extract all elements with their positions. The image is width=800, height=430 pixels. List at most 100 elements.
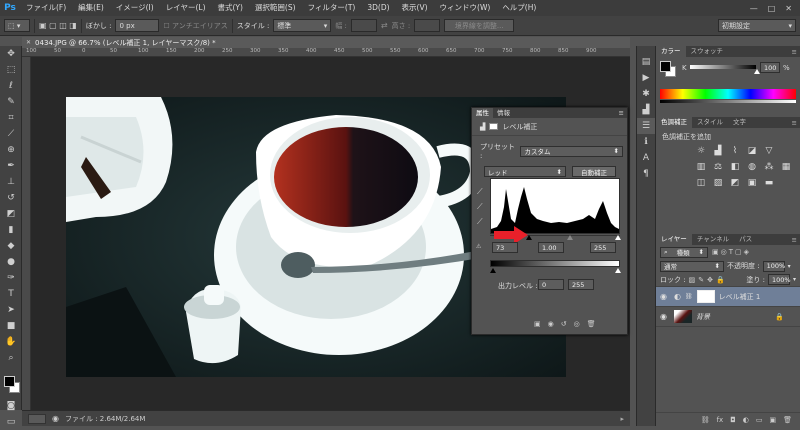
new-group-icon[interactable]: ▭ [756, 416, 763, 424]
delete-layer-icon[interactable]: 🗑 [783, 416, 792, 424]
output-black-field[interactable]: 0 [538, 279, 564, 290]
layer-filter-icons[interactable]: ▣◎T▢◈ [712, 248, 751, 256]
output-white-field[interactable]: 255 [568, 279, 594, 290]
layer-row[interactable]: ◉ 背景 🔒 [656, 307, 800, 327]
maximize-icon[interactable]: □ [768, 4, 776, 13]
pen-tool-icon[interactable]: ✑ [0, 270, 22, 286]
eyedropper-tool-icon[interactable]: ⟋ [0, 126, 22, 142]
brightness-icon[interactable]: ☼ [696, 146, 706, 156]
crop-tool-icon[interactable]: ⌗ [0, 110, 22, 126]
ruler-left[interactable] [22, 57, 31, 410]
history-panel-icon[interactable]: ▤ [637, 54, 655, 70]
input-black-field[interactable]: 73 [492, 242, 518, 253]
fill-field[interactable]: 100% [767, 274, 791, 285]
delete-icon[interactable]: 🗑 [587, 320, 596, 328]
blur-tool-icon[interactable]: ◆ [0, 238, 22, 254]
info-panel-icon[interactable]: ℹ [637, 134, 655, 150]
close-icon[interactable]: ✕ [785, 4, 792, 13]
lasso-tool-icon[interactable]: ℓ [0, 78, 22, 94]
posterize-icon[interactable]: ▨ [713, 178, 723, 188]
grayscale-ramp[interactable] [660, 100, 796, 103]
gradient-map-icon[interactable]: ▬ [764, 178, 774, 188]
levels-icon[interactable]: ▟ [713, 146, 723, 156]
tab-channels[interactable]: チャンネル [692, 234, 734, 245]
new-adjustment-icon[interactable]: ◐ [743, 416, 749, 424]
width-input[interactable] [350, 19, 377, 32]
selection-mode-icons[interactable]: ▣ ▢ ◫ ◨ [39, 21, 77, 30]
fill-dropdown-icon[interactable]: ▾ [793, 276, 796, 283]
menu-3d[interactable]: 3D(D) [361, 0, 395, 16]
ruler-top[interactable]: 100 50 0 50 100 150 200 250 300 350 400 … [22, 48, 630, 57]
status-menu-icon[interactable]: ◉ [52, 414, 59, 423]
quick-select-tool-icon[interactable]: ✎ [0, 94, 22, 110]
tab-swatches[interactable]: スウォッチ [686, 46, 729, 57]
vibrance-icon[interactable]: ▽ [764, 146, 774, 156]
view-previous-icon[interactable]: ◉ [548, 320, 554, 328]
channel-mixer-icon[interactable]: ⁂ [764, 162, 774, 172]
color-panel-menu-icon[interactable]: ≡ [792, 48, 800, 56]
color-lookup-icon[interactable]: ▦ [781, 162, 791, 172]
layer-filter-select[interactable]: ⌕ 種類 ⬍ [660, 246, 708, 258]
menu-view[interactable]: 表示(V) [396, 0, 434, 16]
tab-paths[interactable]: パス [734, 234, 757, 245]
brush-tool-icon[interactable]: ✒ [0, 158, 22, 174]
minimize-icon[interactable]: — [750, 4, 758, 13]
move-tool-icon[interactable]: ✥ [0, 46, 22, 62]
adjust-panel-menu-icon[interactable]: ≡ [792, 119, 800, 127]
menu-select[interactable]: 選択範囲(S) [249, 0, 302, 16]
lock-icons[interactable]: ▨✎✥🔒 [689, 276, 728, 284]
new-layer-icon[interactable]: ▣ [769, 416, 776, 424]
menu-window[interactable]: ウィンドウ(W) [434, 0, 497, 16]
blend-mode-select[interactable]: 通常 ⬍ [660, 260, 724, 272]
zoom-tool-icon[interactable]: ⌕ [0, 350, 22, 366]
gamma-slider[interactable] [567, 235, 573, 240]
threshold-icon[interactable]: ◩ [730, 178, 740, 188]
clip-to-layer-icon[interactable]: ▣ [534, 320, 541, 328]
dodge-tool-icon[interactable]: ● [0, 254, 22, 270]
color-spectrum[interactable] [660, 89, 796, 99]
opacity-field[interactable]: 100% [762, 260, 785, 272]
feather-input[interactable]: 0 px [115, 19, 160, 32]
k-slider-track[interactable] [690, 65, 756, 69]
black-point-eyedropper-icon[interactable]: ⟋ [477, 184, 487, 199]
opacity-dropdown-icon[interactable]: ▾ [788, 263, 791, 270]
workspace-select[interactable]: 初期設定 ▾ [718, 19, 796, 32]
histogram-panel-icon[interactable]: ▟ [637, 102, 655, 118]
refine-edge-button[interactable]: 境界線を調整... [444, 19, 515, 32]
tab-character[interactable]: 文字 [728, 117, 751, 128]
screen-mode-icon[interactable]: ▭ [0, 414, 22, 430]
menu-image[interactable]: イメージ(I) [110, 0, 160, 16]
color-fg-swatch[interactable] [660, 61, 671, 72]
mask-icon[interactable] [489, 123, 499, 130]
menu-edit[interactable]: 編集(E) [72, 0, 110, 16]
eraser-tool-icon[interactable]: ◩ [0, 206, 22, 222]
tab-info[interactable]: 情報 [493, 108, 514, 118]
k-value-field[interactable]: 100 [760, 62, 780, 73]
tab-styles[interactable]: スタイル [692, 117, 728, 128]
marquee-tool-icon[interactable]: ⬚ [0, 62, 22, 78]
antialias-checkbox[interactable]: ☐ アンチエイリアス [163, 21, 227, 31]
color-swatches[interactable] [0, 374, 22, 398]
black-white-icon[interactable]: ◧ [730, 162, 740, 172]
layers-panel-menu-icon[interactable]: ≡ [792, 236, 800, 244]
exposure-icon[interactable]: ◪ [747, 146, 757, 156]
gradient-tool-icon[interactable]: ▮ [0, 222, 22, 238]
reset-icon[interactable]: ↺ [561, 320, 567, 328]
tab-color[interactable]: カラー [656, 46, 686, 57]
paragraph-panel-icon[interactable]: ¶ [637, 166, 655, 182]
channel-select[interactable]: レッド ⬍ [484, 166, 566, 177]
actions-panel-icon[interactable]: ▶ [637, 70, 655, 86]
menu-layer[interactable]: レイヤー(L) [160, 0, 212, 16]
link-icon[interactable]: ⛓ [685, 293, 693, 300]
close-tab-icon[interactable]: ✕ [26, 39, 31, 46]
curves-icon[interactable]: ⌇ [730, 146, 740, 156]
white-point-slider[interactable] [615, 235, 621, 240]
path-select-tool-icon[interactable]: ➤ [0, 302, 22, 318]
style-select[interactable]: 標準 ▾ [273, 19, 332, 32]
invert-icon[interactable]: ◫ [696, 178, 706, 188]
input-white-field[interactable]: 255 [590, 242, 616, 253]
add-mask-icon[interactable]: ◘ [730, 416, 736, 424]
output-black-slider[interactable] [490, 268, 496, 273]
menu-filter[interactable]: フィルター(T) [302, 0, 362, 16]
hand-tool-icon[interactable]: ✋ [0, 334, 22, 350]
